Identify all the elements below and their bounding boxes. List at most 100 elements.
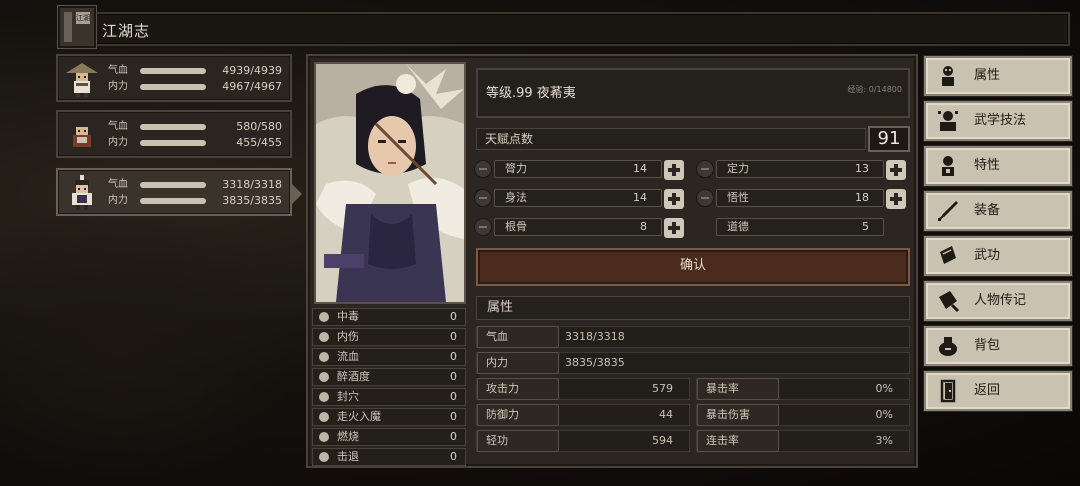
minus-button[interactable] <box>696 160 714 178</box>
mp-value: 455/455 <box>236 136 282 149</box>
plus-button[interactable] <box>664 189 684 209</box>
status-value: 0 <box>450 410 457 423</box>
status-value: 0 <box>450 370 457 383</box>
prop-combo-rate: 连击率 3% <box>696 430 910 452</box>
attr-box: 悟性 18 <box>716 189 884 207</box>
prop-crit-rate: 暴击率 0% <box>696 378 910 400</box>
mp-label: 内力 <box>108 81 128 92</box>
broken-heart-icon <box>319 332 329 342</box>
menu-label: 特性 <box>974 158 1001 173</box>
hp-row: 气血 580/580 <box>108 120 288 134</box>
menu-return[interactable]: 返回 <box>924 371 1072 411</box>
status-label: 燃烧 <box>337 430 359 443</box>
hp-row: 气血 3318/3318 <box>108 178 288 192</box>
attr-box: 根骨 8 <box>494 218 662 236</box>
mp-bar <box>140 140 206 146</box>
scroll-icon <box>940 246 956 264</box>
status-bleed: 流血 0 <box>312 348 466 366</box>
plus-button[interactable] <box>886 160 906 180</box>
minus-button[interactable] <box>696 189 714 207</box>
prop-value: 3318/3318 <box>565 330 625 343</box>
hp-value: 4939/4939 <box>222 64 282 77</box>
prop-qinggong: 轻功 594 <box>476 430 690 452</box>
prop-label: 气血 <box>477 326 559 348</box>
page-title: 江湖志 <box>102 22 151 40</box>
sword-icon <box>938 201 958 221</box>
plus-button[interactable] <box>664 160 684 180</box>
attr-value: 14 <box>633 191 647 204</box>
hp-label: 气血 <box>108 121 128 132</box>
menu-label: 武功 <box>974 248 1001 263</box>
prop-label: 攻击力 <box>477 378 559 400</box>
title-bar: 江湖志 <box>64 12 1070 46</box>
mp-bar <box>140 84 206 90</box>
mp-row: 内力 4967/4967 <box>108 80 288 94</box>
status-label: 醉酒度 <box>337 370 370 383</box>
mp-value: 3835/3835 <box>222 194 282 207</box>
character-panel: 中毒 0 内伤 0 流血 0 醉酒度 0 封穴 0 走火入魔 0 燃烧 0 击退… <box>306 54 918 468</box>
hp-row: 气血 4939/4939 <box>108 64 288 78</box>
demon-face-icon <box>319 412 329 422</box>
biography-icon <box>939 291 960 313</box>
prop-value: 579 <box>652 382 673 395</box>
prop-attack: 攻击力 579 <box>476 378 690 400</box>
background-smoke <box>0 200 300 486</box>
menu-inventory[interactable]: 背包 <box>924 326 1072 366</box>
talent-points-label: 天赋点数 <box>476 128 866 150</box>
prop-value: 0% <box>875 408 893 421</box>
prop-value: 0% <box>875 382 893 395</box>
confirm-button[interactable]: 确认 <box>476 248 910 286</box>
plus-button[interactable] <box>664 218 684 238</box>
hp-bar <box>140 68 206 74</box>
mp-label: 内力 <box>108 195 128 206</box>
attr-label: 根骨 <box>505 220 527 233</box>
menu-martial-techniques[interactable]: 武学技法 <box>924 101 1072 141</box>
minus-button[interactable] <box>474 160 492 178</box>
attr-value: 14 <box>633 162 647 175</box>
status-value: 0 <box>450 430 457 443</box>
menu-label: 武学技法 <box>974 113 1027 128</box>
attr-label: 身法 <box>505 191 527 204</box>
attr-label: 定力 <box>727 162 749 175</box>
hp-bar <box>140 124 206 130</box>
prop-mp: 内力 3835/3835 <box>476 352 910 374</box>
attr-box: 身法 14 <box>494 189 662 207</box>
book-icon: 江湖 <box>58 6 96 48</box>
menu-traits[interactable]: 特性 <box>924 146 1072 186</box>
menu-attributes[interactable]: 属性 <box>924 56 1072 96</box>
attr-label: 膂力 <box>505 162 527 175</box>
attr-box: 膂力 14 <box>494 160 662 178</box>
status-value: 0 <box>450 390 457 403</box>
status-qi-deviation: 走火入魔 0 <box>312 408 466 426</box>
attr-label: 悟性 <box>727 191 749 204</box>
party-card-3-selected[interactable]: 气血 3318/3318 内力 3835/3835 <box>56 168 302 216</box>
selected-arrow-icon <box>292 184 302 204</box>
prop-crit-damage: 暴击伤害 0% <box>696 404 910 426</box>
menu-label: 人物传记 <box>974 293 1027 308</box>
book-spine <box>64 12 72 42</box>
attr-box: 道德 5 <box>716 218 884 236</box>
status-value: 0 <box>450 310 457 323</box>
minus-button[interactable] <box>474 189 492 207</box>
menu-biography[interactable]: 人物传记 <box>924 281 1072 321</box>
menu-equipment[interactable]: 装备 <box>924 191 1072 231</box>
prop-label: 内力 <box>477 352 559 374</box>
status-knockback: 击退 0 <box>312 448 466 466</box>
prop-value: 3835/3835 <box>565 356 625 369</box>
minus-button[interactable] <box>474 218 492 236</box>
party-card-1[interactable]: 气血 4939/4939 内力 4967/4967 <box>56 54 292 102</box>
mp-row: 内力 455/455 <box>108 136 288 150</box>
party-card-2[interactable]: 气血 580/580 内力 455/455 <box>56 110 292 158</box>
menu-kungfu[interactable]: 武功 <box>924 236 1072 276</box>
person-icon <box>942 66 954 86</box>
talent-points-value: 91 <box>868 126 910 152</box>
status-value: 0 <box>450 350 457 363</box>
status-seal-acupoint: 封穴 0 <box>312 388 466 406</box>
menu-label: 装备 <box>974 203 1001 218</box>
plus-button[interactable] <box>886 189 906 209</box>
menu-label: 返回 <box>974 383 1001 398</box>
prop-value: 594 <box>652 434 673 447</box>
attr-value: 18 <box>855 191 869 204</box>
hp-bar <box>140 182 206 188</box>
prop-value: 44 <box>659 408 673 421</box>
